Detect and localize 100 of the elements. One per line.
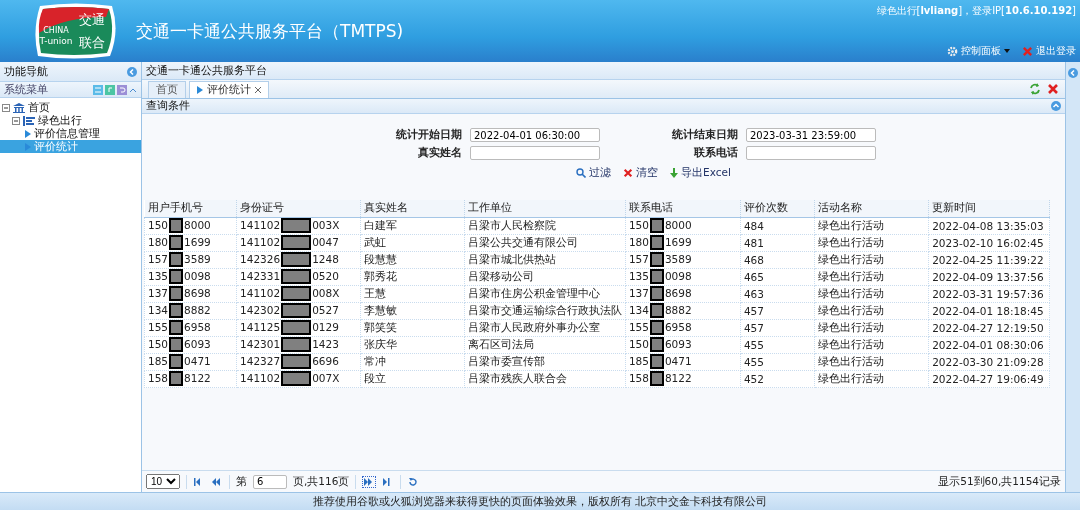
redaction-bar	[169, 218, 184, 233]
masked-number-end: 1699	[664, 235, 692, 248]
table-cell: 2022-04-08 13:35:03	[928, 217, 1050, 234]
table-cell: 吕梁市住房公积金管理中心	[464, 285, 626, 302]
redaction-bar	[649, 337, 664, 352]
close-icon[interactable]	[255, 87, 261, 93]
masked-number-start: 185	[628, 354, 649, 367]
page-input[interactable]: 6	[253, 474, 287, 489]
masked-number-start: 157	[628, 252, 649, 265]
table-cell: 2023-02-10 16:02:45	[928, 234, 1050, 251]
input-field[interactable]: 2022-04-01 06:30:00	[470, 128, 600, 142]
table-cell: 吕梁公共交通有限公司	[464, 234, 626, 251]
triangle-icon	[197, 86, 203, 94]
table-cell: 吕梁市残疾人联合会	[464, 370, 626, 387]
tab[interactable]: 首页	[148, 81, 186, 98]
column-header[interactable]: 用户手机号	[144, 200, 237, 217]
redaction-bar	[281, 320, 312, 335]
back-icon[interactable]	[105, 84, 115, 95]
table-cell: 离石区司法局	[464, 336, 626, 353]
refresh-button[interactable]	[407, 475, 420, 488]
masked-number-end: 0047	[312, 235, 339, 248]
table-cell: 王慧	[360, 285, 465, 302]
table-cell: 郭笑笑	[360, 319, 465, 336]
masked-number-start: 134	[148, 303, 169, 316]
masked-number-end: 0098	[184, 269, 211, 282]
masked-number-end: 0471	[184, 354, 211, 367]
swap-icon[interactable]	[93, 84, 103, 95]
redaction-bar	[281, 269, 312, 284]
collapse-icon[interactable]	[2, 103, 10, 112]
masked-number-end: 1423	[312, 337, 339, 350]
up-icon[interactable]	[129, 86, 137, 93]
control-panel-link[interactable]: 控制面板	[947, 44, 1010, 58]
collapse-icon[interactable]	[12, 116, 20, 125]
action-link[interactable]: 清空	[623, 166, 659, 180]
table-cell: 2022-03-31 19:57:36	[928, 285, 1050, 302]
table-cell: 2022-04-27 12:19:50	[928, 319, 1050, 336]
table-cell: 绿色出行活动	[814, 319, 929, 336]
column-header[interactable]: 活动名称	[814, 200, 929, 217]
gear-icon	[947, 45, 958, 57]
column-header[interactable]: 更新时间	[928, 200, 1050, 217]
masked-number-end: 8000	[184, 218, 211, 231]
table-cell: 2022-04-01 18:18:45	[928, 302, 1050, 319]
tab[interactable]: 评价统计	[189, 81, 269, 98]
table-cell: 455	[740, 353, 815, 370]
redaction-bar	[169, 337, 184, 352]
field-label: 统计结束日期	[671, 128, 738, 142]
table-cell: 绿色出行活动	[814, 268, 929, 285]
refresh-icon[interactable]	[1029, 83, 1041, 95]
input-field[interactable]	[746, 146, 876, 160]
masked-number-end: 8882	[184, 303, 211, 316]
masked-number-end: 8000	[664, 218, 692, 231]
collapse-icon[interactable]	[127, 66, 137, 77]
masked-number-start: 141102	[240, 235, 281, 248]
action-link[interactable]: 导出Excel	[670, 166, 731, 180]
app-title: 交通一卡通公共服务平台（TMTPS)	[136, 19, 404, 43]
column-header[interactable]: 真实姓名	[360, 200, 465, 217]
masked-number-end: 6958	[184, 320, 211, 333]
table-cell: 吕梁市人民检察院	[464, 217, 626, 234]
table-cell: 465	[740, 268, 815, 285]
tree-item[interactable]: 首页	[0, 101, 141, 114]
table-cell: 455	[740, 336, 815, 353]
undo-icon[interactable]	[117, 84, 127, 95]
redaction-bar	[169, 235, 184, 250]
previous-page-button[interactable]	[211, 476, 223, 487]
masked-number-end: 003X	[312, 218, 340, 231]
masked-number-start: 137	[628, 286, 649, 299]
input-field[interactable]: 2023-03-31 23:59:00	[746, 128, 876, 142]
column-header[interactable]: 工作单位	[464, 200, 626, 217]
next-page-button[interactable]	[362, 475, 377, 488]
record-summary: 显示51到60,共1154记录	[938, 474, 1061, 489]
table-cell: 457	[740, 319, 815, 336]
masked-number-end: 0098	[664, 269, 692, 282]
table-cell: 457	[740, 302, 815, 319]
column-header[interactable]: 联系电话	[625, 200, 741, 217]
column-header[interactable]: 身份证号	[236, 200, 361, 217]
input-field[interactable]	[470, 146, 600, 160]
action-link[interactable]: 过滤	[576, 166, 612, 180]
table-cell: 463	[740, 285, 815, 302]
masked-number-end: 8698	[184, 286, 211, 299]
redaction-bar	[169, 303, 184, 318]
tree-item[interactable]: 绿色出行	[0, 114, 141, 127]
clear-icon[interactable]	[623, 168, 634, 178]
masked-number-end: 1248	[312, 252, 339, 265]
masked-number-start: 150	[148, 218, 169, 231]
tree-item[interactable]: 评价信息管理	[0, 127, 141, 140]
column-header[interactable]: 评价次数	[740, 200, 815, 217]
table-cell: 绿色出行活动	[814, 302, 929, 319]
masked-number-end: 8122	[184, 371, 211, 384]
page-size-select[interactable]: 10	[146, 474, 180, 489]
masked-number-end: 8122	[664, 371, 692, 384]
redaction-bar	[281, 286, 312, 301]
table-cell: 2022-04-27 19:06:49	[928, 370, 1050, 387]
caret-icon	[1004, 49, 1010, 53]
collapse-icon[interactable]	[1051, 101, 1061, 111]
redaction-bar	[281, 303, 312, 318]
logout-link[interactable]: 退出登录	[1022, 44, 1076, 58]
close-icon[interactable]	[1047, 83, 1059, 95]
collapse-icon[interactable]	[1068, 68, 1078, 78]
masked-number-start: 142327	[240, 354, 281, 367]
section-title: 查询条件	[146, 99, 190, 113]
